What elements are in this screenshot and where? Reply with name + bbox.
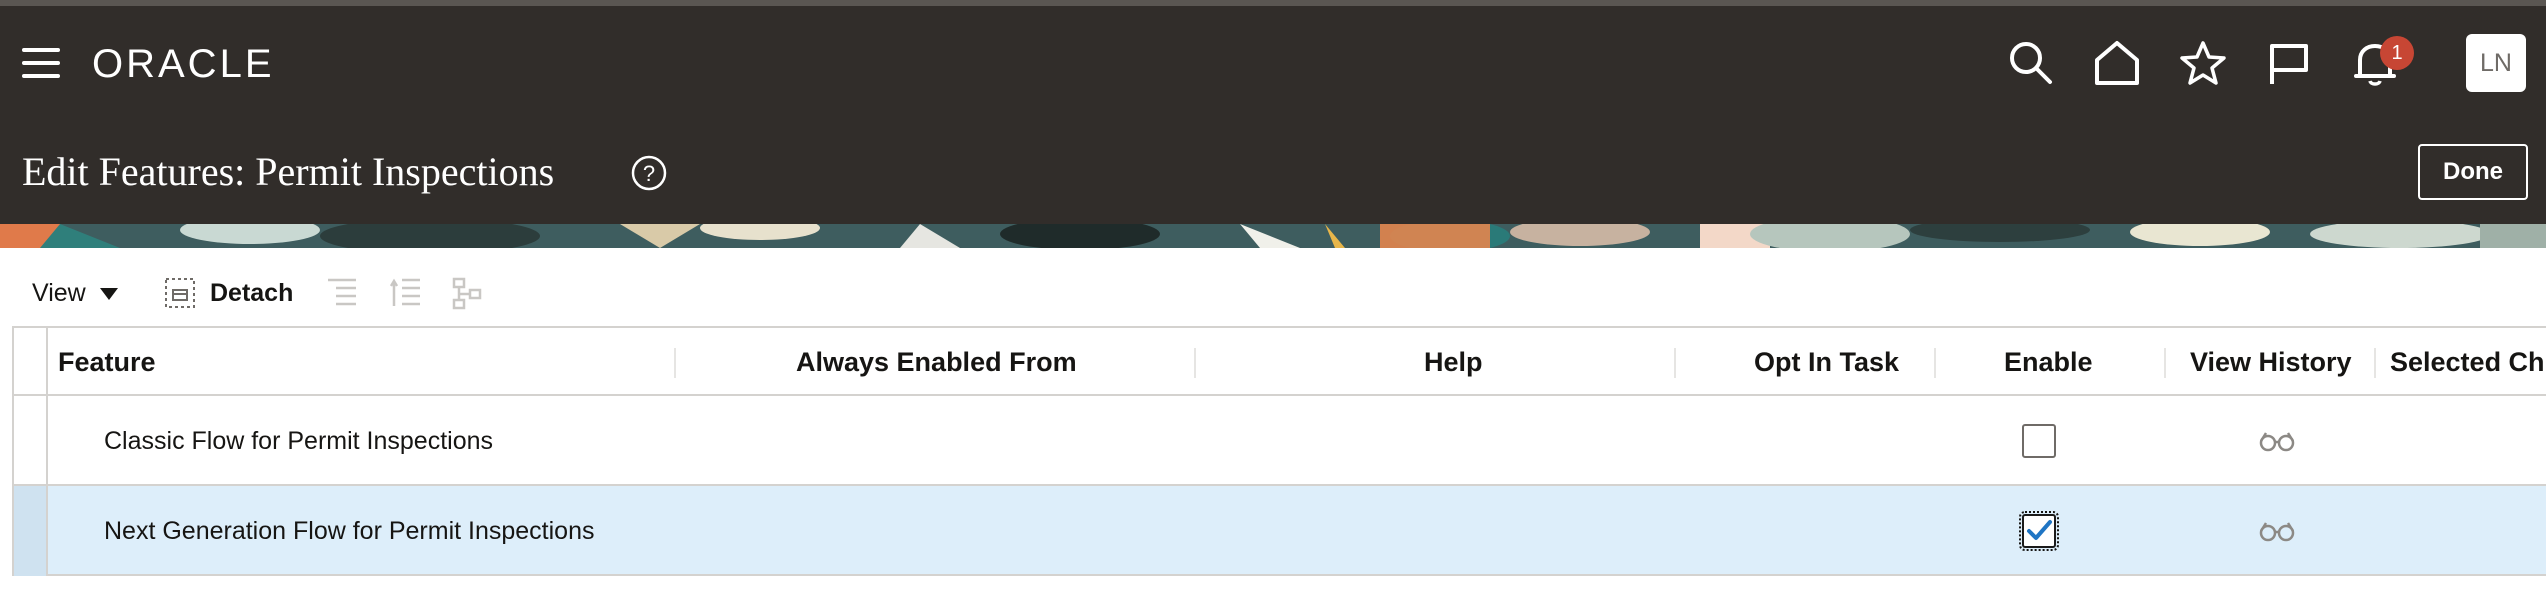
feature-cell: Next Generation Flow for Permit Inspecti… xyxy=(104,517,595,545)
svg-text:?: ? xyxy=(643,161,655,186)
table-row-selected[interactable]: Next Generation Flow for Permit Inspecti… xyxy=(14,486,2546,576)
wrap-icon[interactable] xyxy=(390,276,422,310)
detach-label: Detach xyxy=(210,278,294,307)
oracle-logo: ORACLE xyxy=(92,42,275,86)
home-icon[interactable] xyxy=(2092,38,2142,88)
header-gutter xyxy=(14,328,48,396)
help-icon[interactable]: ? xyxy=(630,154,668,192)
enable-checkbox[interactable] xyxy=(2022,424,2056,458)
hierarchy-icon[interactable] xyxy=(452,276,484,310)
feature-cell: Classic Flow for Permit Inspections xyxy=(104,427,494,455)
column-header-help[interactable]: Help xyxy=(1424,328,1483,396)
table-header-row: Feature Always Enabled From Help Opt In … xyxy=(14,328,2546,396)
view-history-icon[interactable] xyxy=(2258,430,2296,452)
view-history-icon[interactable] xyxy=(2258,520,2296,542)
enable-checkbox-checked[interactable] xyxy=(2019,511,2059,551)
detach-button[interactable]: Detach xyxy=(164,274,293,312)
view-menu-label: View xyxy=(32,279,86,307)
page-title: Edit Features: Permit Inspections xyxy=(22,149,555,194)
column-header-view-history[interactable]: View History xyxy=(2190,328,2352,396)
table-row[interactable]: Classic Flow for Permit Inspections xyxy=(14,396,2546,486)
done-button[interactable]: Done xyxy=(2418,144,2528,200)
decorative-banner xyxy=(0,224,2546,248)
row-gutter xyxy=(14,486,48,576)
notification-badge: 1 xyxy=(2380,36,2414,70)
view-menu[interactable]: View xyxy=(32,278,118,308)
favorites-star-icon[interactable] xyxy=(2178,38,2228,88)
row-gutter xyxy=(14,396,48,486)
features-table: Feature Always Enabled From Help Opt In … xyxy=(12,326,2546,576)
table-toolbar: View Detach xyxy=(0,270,2546,316)
search-icon[interactable] xyxy=(2006,38,2056,88)
freeze-icon[interactable] xyxy=(326,276,358,310)
user-avatar[interactable]: LN xyxy=(2466,34,2526,92)
chevron-down-icon xyxy=(99,288,118,301)
detach-icon xyxy=(165,278,195,308)
column-header-opt-in-task[interactable]: Opt In Task xyxy=(1754,328,1899,396)
column-header-enable[interactable]: Enable xyxy=(2004,328,2093,396)
global-header: ORACLE 1 LN Edit Features: Permit Inspec… xyxy=(0,0,2546,224)
menu-icon[interactable] xyxy=(22,48,60,78)
column-header-selected-ch[interactable]: Selected Ch xyxy=(2390,328,2545,396)
flag-icon[interactable] xyxy=(2264,38,2314,88)
column-header-feature[interactable]: Feature xyxy=(58,328,156,396)
column-header-always-enabled-from[interactable]: Always Enabled From xyxy=(796,328,1077,396)
checkmark-icon xyxy=(2027,520,2052,540)
